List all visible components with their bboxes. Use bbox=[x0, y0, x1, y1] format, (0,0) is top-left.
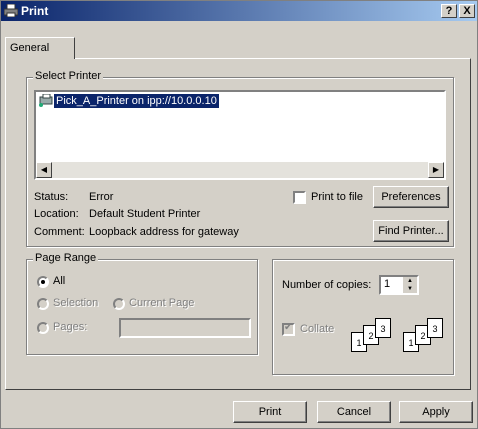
printer-list[interactable]: Pick_A_Printer on ipp://10.0.0.10 ◀ ▶ bbox=[34, 90, 446, 180]
pages-label: Pages: bbox=[53, 321, 88, 333]
spin-down-icon[interactable]: ▼ bbox=[403, 285, 417, 293]
collate-pages-icon-2: 1 2 3 bbox=[403, 318, 443, 358]
find-printer-button[interactable]: Find Printer... bbox=[373, 220, 449, 242]
window-title: Print bbox=[21, 4, 49, 18]
current-page-label: Current Page bbox=[129, 297, 195, 309]
current-page-radio[interactable] bbox=[113, 298, 125, 310]
tab-general-label: General bbox=[10, 42, 50, 54]
print-to-file-checkbox[interactable] bbox=[293, 191, 306, 204]
print-to-file-label: Print to file bbox=[311, 191, 363, 203]
selection-radio[interactable] bbox=[37, 298, 49, 310]
radio-selected-dot bbox=[41, 280, 45, 284]
selection-label: Selection bbox=[53, 297, 99, 309]
tab-general[interactable]: General bbox=[5, 37, 75, 59]
location-label: Location: bbox=[34, 208, 79, 220]
page-range-group: Page Range All Selection Current Page Pa… bbox=[26, 252, 258, 355]
page-3: 3 bbox=[375, 318, 391, 338]
comment-label: Comment: bbox=[34, 226, 85, 238]
printer-item-name: Pick_A_Printer on ipp://10.0.0.10 bbox=[54, 94, 219, 108]
location-value: Default Student Printer bbox=[89, 208, 201, 220]
collate-label: Collate bbox=[300, 323, 335, 335]
apply-button[interactable]: Apply bbox=[399, 401, 473, 423]
close-button[interactable]: X bbox=[459, 4, 475, 18]
network-printer-icon bbox=[39, 94, 53, 107]
copies-spinner[interactable]: ▲ ▼ bbox=[403, 277, 417, 293]
select-printer-legend: Select Printer bbox=[33, 70, 104, 82]
copies-group: Number of copies: 1 ▲ ▼ ✔ Collate 1 2 3 … bbox=[272, 259, 454, 375]
preferences-button[interactable]: Preferences bbox=[373, 186, 449, 208]
printer-icon bbox=[4, 4, 18, 17]
print-dialog: Print ? X General Select Printer Pick_A_… bbox=[0, 0, 478, 429]
scroll-right-icon[interactable]: ▶ bbox=[428, 162, 444, 178]
select-printer-group: Select Printer Pick_A_Printer on ipp://1… bbox=[26, 70, 454, 247]
pages-radio[interactable] bbox=[37, 322, 49, 334]
cancel-button[interactable]: Cancel bbox=[317, 401, 391, 423]
all-label: All bbox=[53, 275, 66, 287]
check-mark-icon: ✔ bbox=[284, 322, 293, 333]
collate-checkbox[interactable]: ✔ bbox=[282, 322, 295, 336]
collate-pages-icon: 1 2 3 bbox=[351, 318, 391, 358]
horizontal-scrollbar[interactable]: ◀ ▶ bbox=[36, 162, 444, 178]
comment-value: Loopback address for gateway bbox=[89, 226, 239, 238]
print-button[interactable]: Print bbox=[233, 401, 307, 423]
spin-up-icon[interactable]: ▲ bbox=[403, 277, 417, 285]
copies-value: 1 bbox=[384, 278, 391, 290]
title-bar: Print ? X bbox=[1, 1, 477, 21]
all-radio[interactable] bbox=[37, 276, 49, 288]
general-panel: Select Printer Pick_A_Printer on ipp://1… bbox=[5, 58, 471, 390]
page-range-legend: Page Range bbox=[33, 252, 99, 264]
scroll-left-icon[interactable]: ◀ bbox=[36, 162, 52, 178]
help-button[interactable]: ? bbox=[441, 4, 457, 18]
page-3: 3 bbox=[427, 318, 443, 338]
status-label: Status: bbox=[34, 191, 69, 203]
copies-input[interactable]: 1 ▲ ▼ bbox=[379, 275, 419, 295]
status-value: Error bbox=[89, 191, 114, 203]
pages-input[interactable] bbox=[119, 318, 251, 338]
copies-label: Number of copies: bbox=[282, 279, 372, 291]
